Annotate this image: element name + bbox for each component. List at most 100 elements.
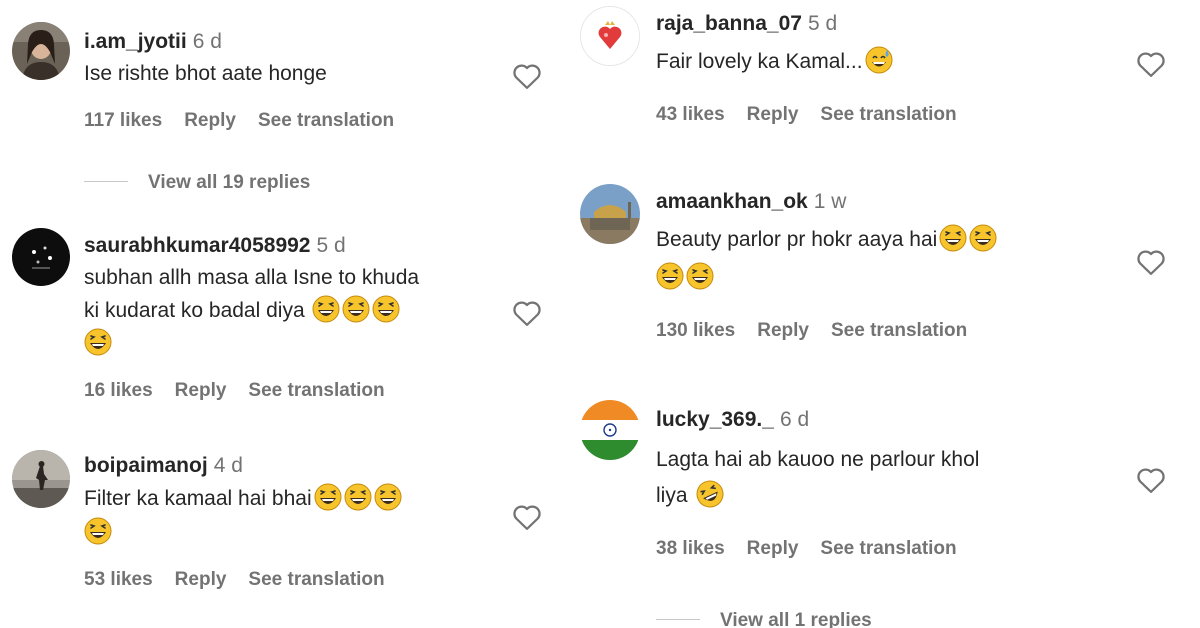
avatar[interactable]: [12, 228, 70, 286]
laughing-emoji-icon: [312, 295, 340, 323]
laughing-emoji-icon: [84, 328, 112, 356]
view-replies-button[interactable]: View all 19 replies: [84, 172, 310, 194]
laughing-emoji-icon: [374, 483, 402, 511]
laughing-emoji-icon: [686, 262, 714, 290]
comment-text: Lagta hai ab kauoo ne parlour khol: [656, 444, 979, 476]
divider: [84, 181, 128, 182]
see-translation-link[interactable]: See translation: [831, 320, 967, 341]
comment-item: boipaimanoj 4 d Filter ka kamaal hai bhai…: [0, 440, 570, 628]
grinning-sweat-emoji-icon: [865, 46, 893, 74]
comment-text: ki kudarat ko badal diya: [84, 295, 400, 327]
laughing-emoji-icon: [656, 262, 684, 290]
laughing-emoji-icon: [344, 483, 372, 511]
reply-button[interactable]: Reply: [175, 569, 227, 590]
comment-actions: 53 likes Reply See translation: [84, 569, 407, 591]
comment-actions: 117 likes Reply See translation: [84, 110, 416, 132]
laughing-emoji-icon: [84, 517, 112, 545]
likes-count[interactable]: 53 likes: [84, 569, 153, 590]
comment-text: [656, 262, 714, 294]
view-replies-label: View all 1 replies: [720, 610, 872, 628]
comment-actions: 38 likes Reply See translation: [656, 538, 979, 560]
laughing-emoji-icon: [939, 224, 967, 252]
divider: [656, 619, 700, 620]
comment-age: 4 d: [213, 454, 243, 477]
comment-age: 5 d: [807, 12, 838, 35]
like-heart-icon[interactable]: [512, 62, 542, 90]
avatar[interactable]: [580, 184, 640, 244]
like-heart-icon[interactable]: [512, 503, 542, 531]
username[interactable]: boipaimanoj: [84, 454, 208, 477]
likes-count[interactable]: 130 likes: [656, 320, 735, 341]
like-heart-icon[interactable]: [512, 299, 542, 327]
comment-text: Ise rishte bhot aate honge: [84, 58, 327, 90]
comment-item: saurabhkumar4058992 5 d subhan allh masa …: [0, 210, 570, 420]
comment-age: 6 d: [779, 408, 810, 431]
comment-text-line: Fair lovely ka Kamal...: [656, 50, 863, 73]
see-translation-link[interactable]: See translation: [820, 104, 956, 125]
comment-text-line: liya: [656, 484, 688, 507]
reply-button[interactable]: Reply: [757, 320, 809, 341]
comment-header: raja_banna_07 5 d: [656, 8, 837, 40]
avatar[interactable]: [580, 6, 640, 66]
username[interactable]: i.am_jyotii: [84, 30, 187, 53]
comment-text: [84, 328, 112, 360]
comment-header: amaankhan_ok 1 w: [656, 186, 846, 218]
like-heart-icon[interactable]: [1136, 50, 1166, 78]
comment-actions: 43 likes Reply See translation: [656, 104, 979, 126]
comment-text: liya: [656, 480, 724, 512]
reply-button[interactable]: Reply: [175, 380, 227, 401]
see-translation-link[interactable]: See translation: [248, 569, 384, 590]
comment-item: i.am_jyotii 6 d Ise rishte bhot aate hong…: [0, 0, 570, 160]
comment-text: Beauty parlor pr hokr aaya hai: [656, 224, 997, 256]
comment-text-line: ki kudarat ko badal diya: [84, 299, 305, 322]
avatar[interactable]: [580, 400, 640, 460]
see-translation-link[interactable]: See translation: [820, 538, 956, 559]
see-translation-link[interactable]: See translation: [248, 380, 384, 401]
reply-button[interactable]: Reply: [747, 538, 799, 559]
comment-item: raja_banna_07 5 d Fair lovely ka Kamal...…: [570, 0, 1200, 170]
comment-header: saurabhkumar4058992 5 d: [84, 230, 346, 262]
comment-age: 1 w: [813, 190, 847, 213]
view-replies-label: View all 19 replies: [148, 172, 311, 193]
like-heart-icon[interactable]: [1136, 466, 1166, 494]
reply-button[interactable]: Reply: [184, 110, 236, 131]
laughing-emoji-icon: [372, 295, 400, 323]
comments-column-left: i.am_jyotii 6 d Ise rishte bhot aate hong…: [0, 0, 570, 628]
likes-count[interactable]: 38 likes: [656, 538, 725, 559]
likes-count[interactable]: 16 likes: [84, 380, 153, 401]
reply-button[interactable]: Reply: [747, 104, 799, 125]
avatar[interactable]: [12, 22, 70, 80]
like-heart-icon[interactable]: [1136, 248, 1166, 276]
rolling-laughing-emoji-icon: [696, 480, 724, 508]
username[interactable]: raja_banna_07: [656, 12, 802, 35]
comment-header: boipaimanoj 4 d: [84, 450, 243, 482]
comment-header: i.am_jyotii 6 d: [84, 26, 222, 58]
comment-item: lucky_369._ 6 d Lagta hai ab kauoo ne par…: [570, 398, 1200, 598]
comment-actions: 16 likes Reply See translation: [84, 380, 407, 402]
comment-text: subhan allh masa alla Isne to khuda: [84, 262, 419, 294]
username[interactable]: amaankhan_ok: [656, 190, 808, 213]
laughing-emoji-icon: [314, 483, 342, 511]
comment-text-line: Beauty parlor pr hokr aaya hai: [656, 228, 938, 251]
likes-count[interactable]: 43 likes: [656, 104, 725, 125]
comment-text-line: subhan allh masa alla Isne to khuda: [84, 266, 420, 289]
username[interactable]: lucky_369._: [656, 408, 774, 431]
comment-text-line: Ise rishte bhot aate honge: [84, 62, 327, 85]
comment-item: amaankhan_ok 1 w Beauty parlor pr hokr aa…: [570, 180, 1200, 380]
comment-text: Fair lovely ka Kamal...: [656, 46, 893, 78]
view-replies-button[interactable]: View all 1 replies: [656, 610, 872, 628]
username[interactable]: saurabhkumar4058992: [84, 234, 310, 257]
comment-text-line: Filter ka kamaal hai bhai: [84, 487, 312, 510]
laughing-emoji-icon: [342, 295, 370, 323]
comment-text: Filter ka kamaal hai bhai: [84, 483, 402, 515]
comments-column-right: raja_banna_07 5 d Fair lovely ka Kamal...…: [570, 0, 1200, 628]
comment-actions: 130 likes Reply See translation: [656, 320, 989, 342]
laughing-emoji-icon: [969, 224, 997, 252]
comment-text: [84, 517, 112, 549]
comment-age: 6 d: [192, 30, 222, 53]
comment-header: lucky_369._ 6 d: [656, 404, 809, 436]
avatar[interactable]: [12, 450, 70, 508]
see-translation-link[interactable]: See translation: [258, 110, 394, 131]
likes-count[interactable]: 117 likes: [84, 110, 162, 131]
comment-text-line: Lagta hai ab kauoo ne parlour khol: [656, 448, 980, 471]
